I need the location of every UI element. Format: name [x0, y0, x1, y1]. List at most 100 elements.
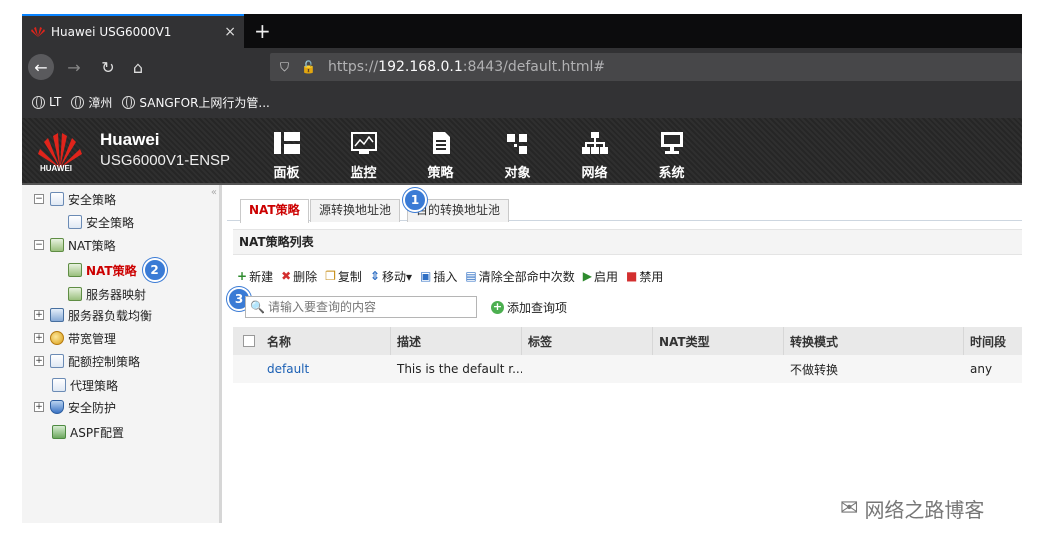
- column-header[interactable]: 名称: [261, 327, 391, 355]
- bookmarks-bar: LT 漳州 SANGFOR上网行为管...: [22, 86, 1022, 118]
- toolbar-label: 复制: [337, 269, 362, 284]
- sidebar-item-server-lb[interactable]: + 服务器负载均衡: [34, 305, 152, 325]
- url-host: 192.168.0.1: [378, 59, 463, 75]
- address-bar[interactable]: ⛉ 🔓 https:// 192.168.0.1 :8443/default.h…: [270, 53, 1022, 81]
- toolbar-label: 禁用: [639, 269, 664, 284]
- bookmark-sangfor[interactable]: SANGFOR上网行为管...: [122, 94, 270, 111]
- select-all-checkbox[interactable]: [243, 335, 255, 347]
- main-nav: 面板 监控 策略 对象 网络 系统: [248, 126, 710, 181]
- tab-close-icon[interactable]: ×: [224, 24, 236, 40]
- column-header[interactable]: 标签: [522, 327, 653, 355]
- browser-tab[interactable]: Huawei USG6000V1 ×: [22, 14, 244, 48]
- column-header[interactable]: 描述: [391, 327, 522, 355]
- bookmark-lt[interactable]: LT: [32, 95, 61, 109]
- column-header[interactable]: 转换模式: [784, 327, 964, 355]
- url-path: :8443/default.html#: [462, 59, 606, 75]
- reload-button[interactable]: ↻: [98, 54, 118, 80]
- nav-object[interactable]: 对象: [479, 126, 556, 181]
- table-row[interactable]: default This is the default r... 不做转换 an…: [233, 355, 1022, 383]
- add-query-button[interactable]: + 添加查询项: [491, 299, 567, 316]
- collapse-icon[interactable]: −: [34, 240, 44, 250]
- search-input[interactable]: [267, 300, 468, 314]
- annotation-badge-1: 1: [403, 188, 427, 212]
- toolbar-label: 新建: [249, 269, 274, 284]
- annotation-badge-2: 2: [142, 258, 167, 282]
- enable-icon: ▶: [582, 269, 592, 283]
- delete-button[interactable]: ✖ 删除: [281, 268, 317, 285]
- new-tab-button[interactable]: +: [254, 19, 271, 43]
- sidebar-item-quota[interactable]: + 配额控制策略: [34, 351, 140, 371]
- quota-icon: [50, 354, 64, 368]
- enable-button[interactable]: ▶ 启用: [583, 268, 618, 285]
- sidebar-item-proxy[interactable]: 代理策略: [52, 375, 118, 395]
- toolbar-label: 移动▾: [382, 269, 413, 284]
- search-field[interactable]: 🔍: [245, 296, 477, 318]
- sidebar-item-label: 带宽管理: [68, 331, 117, 346]
- table-cell: 不做转换: [790, 362, 839, 377]
- row-select-cell: [233, 355, 261, 383]
- main-content: NAT策略 源转换地址池 目的转换地址池 1 NAT策略列表 + 新建 ✖ 删除 ❐…: [227, 185, 1022, 523]
- sidebar-item-aspf[interactable]: ASPF配置: [52, 422, 124, 442]
- toolbar-label: 启用: [593, 269, 618, 284]
- nav-dashboard[interactable]: 面板: [248, 126, 325, 181]
- tab-nat-policy[interactable]: NAT策略: [240, 199, 309, 223]
- clear-hits-icon: ▤: [465, 269, 477, 283]
- expand-icon[interactable]: +: [34, 356, 44, 366]
- sidebar-item-label: 服务器负载均衡: [68, 308, 153, 323]
- new-button[interactable]: + 新建: [237, 268, 273, 285]
- bookmark-zhangzhou[interactable]: 漳州: [71, 94, 112, 111]
- server-lb-icon: [50, 308, 64, 322]
- browser-tab-title: Huawei USG6000V1: [51, 25, 172, 39]
- insecure-lock-icon: 🔓: [301, 60, 316, 74]
- table-cell: [653, 355, 784, 383]
- tracking-shield-icon: ⛉: [280, 59, 290, 74]
- sidebar-item-security-policy-group[interactable]: − 安全策略: [34, 189, 116, 209]
- column-header[interactable]: NAT类型: [653, 327, 784, 355]
- collapse-sidebar-icon[interactable]: «: [211, 187, 217, 198]
- sidebar-item-label: NAT策略: [68, 238, 116, 253]
- object-icon: [506, 134, 527, 154]
- clear-hits-button[interactable]: ▤ 清除全部命中次数: [465, 268, 574, 285]
- sidebar-item-label: 安全防护: [68, 400, 117, 415]
- sidebar-item-server-mapping[interactable]: 服务器映射: [68, 284, 146, 304]
- bookmark-label: 漳州: [88, 95, 113, 110]
- nav-label: 策略: [427, 166, 454, 181]
- search-icon: 🔍: [250, 300, 265, 314]
- insert-icon: ▣: [420, 269, 432, 283]
- sidebar-item-bandwidth[interactable]: + 带宽管理: [34, 328, 116, 348]
- sidebar: « − 安全策略 安全策略 − NAT策略 NAT策略 2 服务器映射 + 服务…: [22, 185, 222, 523]
- nav-network[interactable]: 网络: [556, 126, 633, 181]
- insert-button[interactable]: ▣ 插入: [420, 268, 457, 285]
- tab-source-pool[interactable]: 源转换地址池: [310, 199, 401, 222]
- disable-button[interactable]: ■ 禁用: [626, 268, 663, 285]
- aspf-icon: [52, 425, 66, 439]
- sidebar-item-protection[interactable]: + 安全防护: [34, 397, 116, 417]
- sidebar-item-label: 代理策略: [70, 378, 119, 393]
- back-button[interactable]: ←: [28, 54, 54, 80]
- screenshot-frame: Huawei USG6000V1 × + ← → ↻ ⌂ ⛉ 🔓 https:/…: [22, 14, 1022, 523]
- policy-name-link[interactable]: default: [261, 355, 391, 383]
- expand-icon[interactable]: +: [34, 402, 44, 412]
- forward-button[interactable]: →: [64, 54, 84, 80]
- select-all-cell[interactable]: [233, 327, 261, 355]
- bandwidth-icon: [50, 331, 64, 345]
- move-button[interactable]: ⇕ 移动▾: [370, 268, 412, 285]
- nav-system[interactable]: 系统: [633, 126, 710, 181]
- search-row: 🔍 + 添加查询项: [245, 296, 567, 318]
- sidebar-item-nat-policy-group[interactable]: − NAT策略: [34, 235, 116, 255]
- toolbar-label: 清除全部命中次数: [478, 269, 575, 284]
- home-button[interactable]: ⌂: [128, 54, 148, 80]
- expand-icon[interactable]: +: [34, 333, 44, 343]
- move-icon: ⇕: [369, 269, 380, 283]
- expand-icon[interactable]: +: [34, 310, 44, 320]
- nav-monitor[interactable]: 监控: [325, 126, 402, 181]
- sidebar-item-nat-policy[interactable]: NAT策略 2: [68, 258, 167, 282]
- server-mapping-icon: [68, 287, 82, 301]
- add-query-label: 添加查询项: [507, 300, 568, 315]
- column-header[interactable]: 时间段: [964, 327, 1022, 355]
- copy-button[interactable]: ❐ 复制: [325, 268, 362, 285]
- collapse-icon[interactable]: −: [34, 194, 44, 204]
- sidebar-item-security-policy[interactable]: 安全策略: [68, 212, 134, 232]
- monitor-icon: [350, 132, 377, 154]
- nav-policy[interactable]: 策略: [402, 126, 479, 181]
